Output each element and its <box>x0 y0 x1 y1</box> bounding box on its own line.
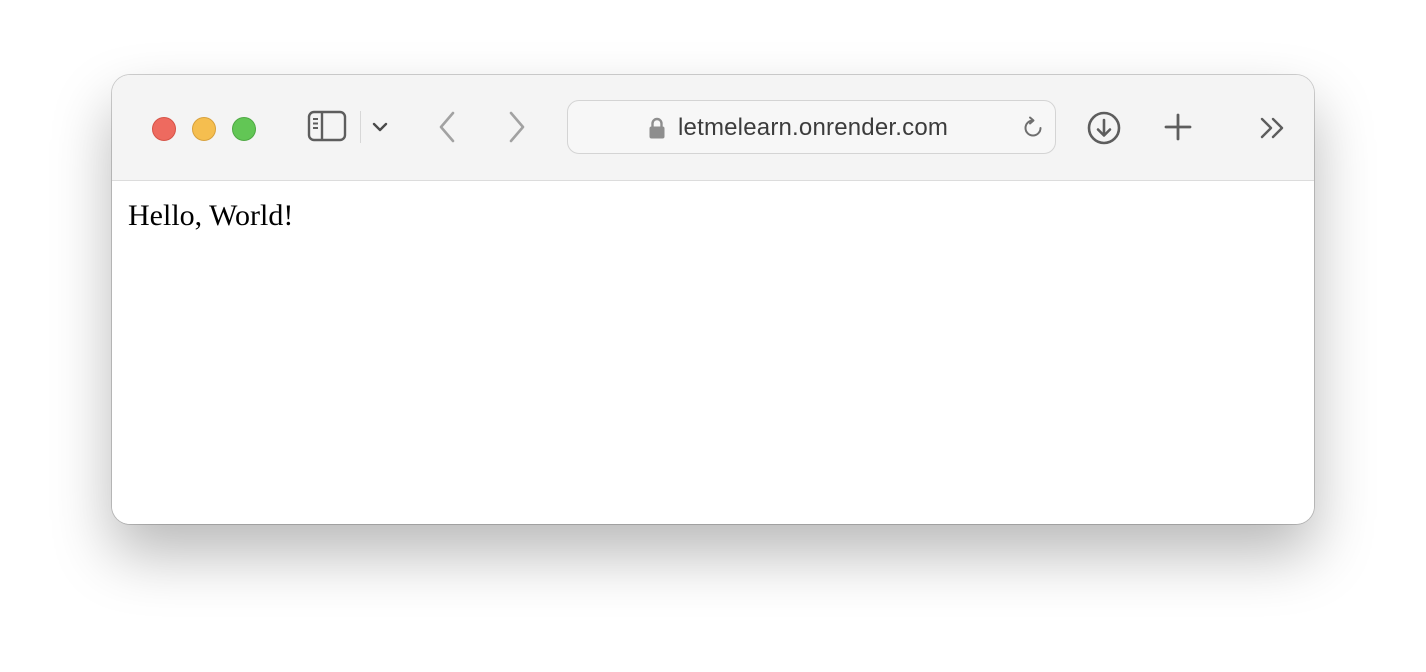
download-icon <box>1087 111 1121 145</box>
back-button[interactable] <box>432 109 462 145</box>
new-tab-button[interactable] <box>1161 110 1195 144</box>
toolbar-divider <box>360 111 361 143</box>
maximize-window-button[interactable] <box>232 117 256 141</box>
chevron-right-icon <box>509 111 525 143</box>
address-bar[interactable]: letmelearn.onrender.com <box>567 100 1056 154</box>
chevron-left-icon <box>439 111 455 143</box>
plus-icon <box>1164 113 1192 141</box>
sidebar-toggle-button[interactable] <box>306 109 348 143</box>
close-window-button[interactable] <box>152 117 176 141</box>
lock-icon <box>649 117 665 139</box>
page-content: Hello, World! <box>112 181 1314 524</box>
minimize-window-button[interactable] <box>192 117 216 141</box>
sidebar-menu-button[interactable] <box>368 115 392 139</box>
downloads-button[interactable] <box>1084 108 1124 148</box>
reload-icon[interactable] <box>1020 115 1046 141</box>
page-text: Hello, World! <box>128 199 294 232</box>
forward-button[interactable] <box>502 109 532 145</box>
browser-window: letmelearn.onrender.com Hello, World! <box>112 75 1314 524</box>
sidebar-icon <box>307 110 347 142</box>
double-chevron-right-icon <box>1260 117 1284 139</box>
address-url[interactable]: letmelearn.onrender.com <box>678 114 948 142</box>
browser-toolbar: letmelearn.onrender.com <box>112 75 1314 181</box>
more-tools-button[interactable] <box>1257 113 1289 143</box>
chevron-down-icon <box>372 122 388 132</box>
